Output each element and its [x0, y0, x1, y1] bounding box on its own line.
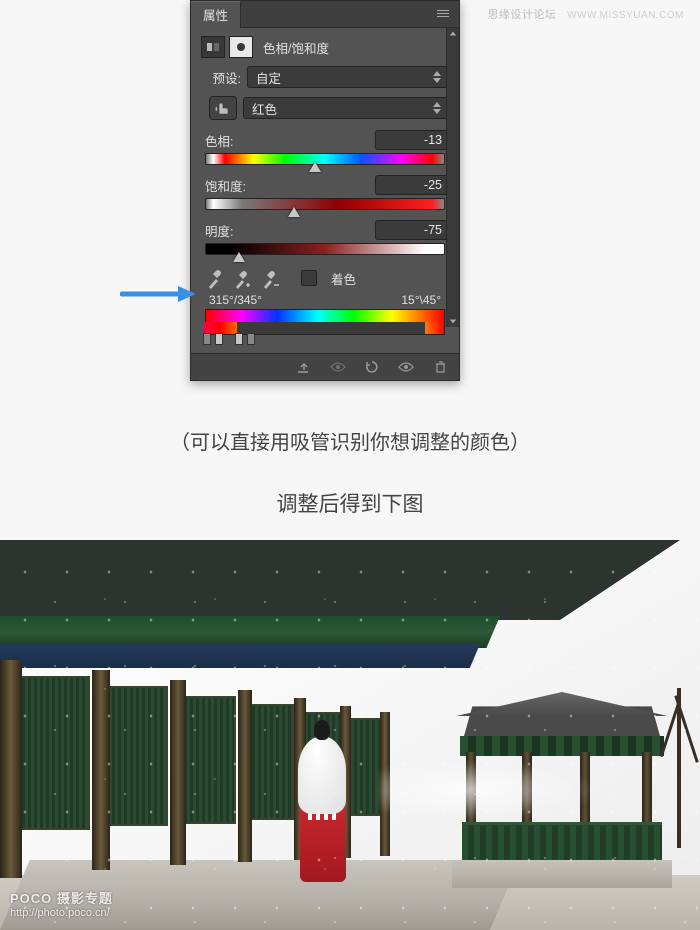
photo-watermark-title: POCO 摄影专题: [10, 891, 113, 907]
light-slider[interactable]: [205, 243, 445, 255]
tab-properties[interactable]: 属性: [191, 1, 241, 28]
hue-sat-icon[interactable]: [201, 36, 225, 58]
photo-watermark-url: http://photo.poco.cn/: [10, 907, 113, 920]
hue-range-labels: 315°/345° 15°\45°: [209, 293, 441, 307]
hue-input[interactable]: -13: [375, 130, 449, 150]
range-right: 15°\45°: [401, 293, 441, 307]
range-handles[interactable]: [205, 335, 445, 343]
hue-row: 色相: -13: [205, 130, 449, 150]
targeted-adjust-icon[interactable]: [209, 96, 237, 120]
light-row: 明度: -75: [205, 220, 449, 240]
result-photo: POCO 摄影专题 http://photo.poco.cn/: [0, 540, 700, 930]
channel-value: 红色: [252, 99, 277, 118]
channel-select[interactable]: 红色: [243, 97, 449, 119]
light-input[interactable]: -75: [375, 220, 449, 240]
adjustment-header: 色相/饱和度: [201, 36, 449, 58]
colorize-label: 着色: [331, 269, 356, 288]
panel-body: 色相/饱和度 http://photo.poco.cn/ 预设: 自定 红色: [191, 28, 459, 353]
reset-icon[interactable]: [363, 359, 381, 375]
caption-eyedropper-hint: （可以直接用吸管识别你想调整的颜色）: [0, 426, 700, 455]
range-left: 315°/345°: [209, 293, 262, 307]
hue-slider[interactable]: [205, 153, 445, 165]
properties-panel: 属性 色相/饱和度 http://photo.poco.cn/ 预设: [190, 0, 460, 381]
caption-result: 调整后得到下图: [0, 488, 700, 518]
brand-url: WWW.MISSYUAN.COM: [567, 10, 684, 21]
eyedropper-subtract-icon[interactable]: [261, 267, 281, 289]
clip-to-layer-icon[interactable]: [295, 359, 313, 375]
sat-input[interactable]: -25: [375, 175, 449, 195]
preset-select[interactable]: 自定: [247, 66, 449, 88]
hue-label: 色相:: [205, 131, 233, 150]
spectrum-block: [205, 309, 445, 335]
eyedropper-add-icon[interactable]: [233, 267, 253, 289]
sat-thumb[interactable]: [288, 207, 300, 217]
bare-tree: [661, 688, 697, 848]
hue-thumb[interactable]: [309, 162, 321, 172]
light-label: 明度:: [205, 221, 233, 240]
page-brand-text: 思缘设计论坛 WWW.MISSYUAN.COM: [487, 6, 684, 22]
main-building: [0, 540, 490, 930]
delete-icon[interactable]: [431, 359, 449, 375]
figure-person: [294, 720, 350, 880]
preset-value: 自定: [256, 68, 281, 87]
sat-label: 饱和度:: [205, 176, 246, 195]
adjustment-type-icons: [201, 36, 253, 58]
toggle-visibility-icon[interactable]: [397, 359, 415, 375]
mask-icon[interactable]: [229, 36, 253, 58]
light-thumb[interactable]: [233, 252, 245, 262]
photo-watermark: POCO 摄影专题 http://photo.poco.cn/: [10, 891, 113, 920]
view-previous-icon[interactable]: [329, 359, 347, 375]
sat-row: 饱和度: -25: [205, 175, 449, 195]
colorize-checkbox[interactable]: [301, 270, 317, 286]
preset-label: 预设:: [201, 68, 241, 87]
adjustment-name: 色相/饱和度: [263, 38, 329, 57]
eyedropper-icon[interactable]: [205, 267, 225, 289]
panel-footer: [191, 353, 459, 380]
panel-scrollbar[interactable]: [446, 28, 459, 327]
preset-row: 预设: 自定: [201, 66, 449, 88]
panel-menu-button[interactable]: [437, 5, 453, 21]
spectrum-full: [206, 310, 444, 322]
annotation-arrow: [120, 284, 196, 308]
sat-slider[interactable]: [205, 198, 445, 210]
page-root: 思缘设计论坛 WWW.MISSYUAN.COM 属性 色相/饱和: [0, 0, 700, 930]
channel-row: 红色: [201, 96, 449, 120]
brand-name: 思缘设计论坛: [487, 9, 556, 21]
sat-track: [205, 198, 445, 210]
hue-track: [205, 153, 445, 165]
panel-tabstrip: 属性: [191, 1, 459, 28]
eyedropper-row: 着色: [205, 267, 445, 289]
